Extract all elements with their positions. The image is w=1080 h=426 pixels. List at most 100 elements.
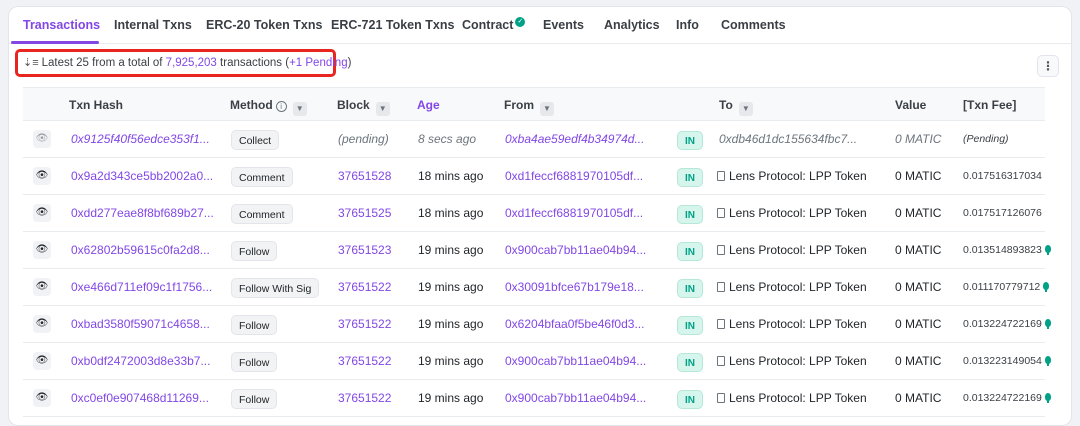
txn-hash-link[interactable]: 0xc0ef0e907468d11269... [71,380,209,416]
block-filter-icon[interactable]: ▼ [375,102,390,116]
txn-hash-link[interactable]: 0xb0df2472003d8e33b7... [71,343,210,379]
eye-icon[interactable]: 👁 [33,241,51,259]
txn-fee-text: 0.013223149054 [963,343,1051,379]
direction-in-badge: IN [677,242,703,261]
age-text: 19 mins ago [418,354,484,368]
value-text: 0 MATIC [895,391,942,405]
more-options-button[interactable]: ⋮ [1037,55,1059,77]
tab-events[interactable]: Events [543,7,584,44]
table-row: 👁 0xbad3580f59071c4658... Follow 37651522 19… [23,306,1051,343]
from-address-link[interactable]: 0x900cab7bb11ae04b94... [505,343,646,379]
to-contract-link[interactable]: Lens Protocol: LPP Token [717,232,867,268]
to-contract-label: Lens Protocol: LPP Token [729,317,867,331]
value-text: 0 MATIC [895,169,942,183]
eye-icon[interactable]: 👁 [33,278,51,296]
block-link[interactable]: 37651525 [338,195,391,231]
to-filter-icon[interactable]: ▼ [738,102,753,116]
eye-icon[interactable]: 👁 [33,130,51,148]
txn-hash-link[interactable]: 0x62802b59615c0fa2d8... [71,232,210,268]
col-value: Value [895,98,927,112]
txn-hash-link[interactable]: 0xdd277eae8f8bf689b27... [71,195,214,231]
txn-fee-text: 0.017517126076 [963,195,1042,231]
info-icon[interactable]: i [275,101,287,112]
to-contract-link[interactable]: Lens Protocol: LPP Token [717,380,867,416]
tab-internal-txns[interactable]: Internal Txns [114,7,192,44]
summary-total-link[interactable]: 7,925,203 [166,57,217,69]
tab-erc20-token-txns[interactable]: ERC-20 Token Txns [206,7,322,44]
col-from-label: From [504,98,534,112]
value-text: 0 MATIC [895,317,942,331]
to-contract-label: Lens Protocol: LPP Token [729,354,867,368]
block-link[interactable]: 37651522 [338,343,391,379]
tab-transactions[interactable]: Transactions [23,7,100,44]
tab-comments[interactable]: Comments [721,7,786,44]
age-text: 19 mins ago [418,391,484,405]
from-address-link[interactable]: 0x30091bfce67b179e18... [505,269,644,305]
txn-fee-value: 0.013514893823 [963,244,1042,256]
table-row: 👁 0xdd277eae8f8bf689b27... Comment 37651525… [23,195,1045,232]
age-text: 18 mins ago [418,206,484,220]
txn-hash-link[interactable]: 0xe466d711ef09c1f1756... [71,269,212,305]
block-link[interactable]: 37651522 [338,306,391,342]
value-text: 0 MATIC [895,206,942,220]
sort-descending-icon: ⇣≡ [23,57,39,69]
tab-info[interactable]: Info [676,7,699,44]
txn-hash-link[interactable]: 0xbad3580f59071c4658... [71,306,210,342]
to-contract-label: Lens Protocol: LPP Token [729,169,867,183]
age-text: 19 mins ago [418,317,484,331]
table-row: 👁 0xb0df2472003d8e33b7... Follow 37651522 19… [23,343,1051,380]
col-to: To ▼ [719,88,753,122]
txn-fee-value: 0.017516317034 [963,170,1042,182]
method-filter-icon[interactable]: ▼ [292,102,307,116]
to-contract-link[interactable]: Lens Protocol: LPP Token [717,306,867,342]
col-txn-fee[interactable]: [Txn Fee] [963,88,1016,122]
txn-fee-text: 0.011170779712 [963,269,1050,305]
tab-erc721-token-txns[interactable]: ERC-721 Token Txns [331,7,454,44]
to-address-link[interactable]: 0xdb46d1dc155634fbc7... [719,121,857,157]
block-link[interactable]: 37651522 [338,380,391,416]
block-link[interactable]: 37651522 [338,269,391,305]
txn-fee-text: (Pending) [963,121,1009,157]
from-filter-icon[interactable]: ▼ [540,102,554,116]
eye-icon[interactable]: 👁 [33,352,51,370]
to-contract-link[interactable]: Lens Protocol: LPP Token [717,269,867,305]
col-method: Method i ▼ [230,88,307,122]
eye-icon[interactable]: 👁 [33,204,51,222]
from-address-link[interactable]: 0x900cab7bb11ae04b94... [505,380,646,416]
to-contract-link[interactable]: Lens Protocol: LPP Token [717,343,867,379]
method-badge: Follow [231,241,278,261]
pending-link[interactable]: +1 Pending [289,57,348,69]
txn-hash-link[interactable]: 0x9125f40f56edce353f1... [71,121,210,157]
col-method-label: Method [230,98,273,112]
from-address-link[interactable]: 0xd1feccf6881970105df... [505,195,643,231]
contract-file-icon [717,245,725,255]
col-block-label: Block [337,98,370,112]
to-contract-link[interactable]: Lens Protocol: LPP Token [717,158,867,194]
gas-icon [1044,393,1051,403]
transactions-summary: ⇣≡ Latest 25 from a total of 7,925,203 tr… [23,55,351,71]
tab-analytics[interactable]: Analytics [604,7,660,44]
eye-icon[interactable]: 👁 [33,315,51,333]
contract-file-icon [717,356,725,366]
col-age[interactable]: Age [417,88,440,122]
txn-hash-link[interactable]: 0x9a2d343ce5bb2002a0... [71,158,213,194]
txn-fee-value: 0.013224722169 [963,392,1042,404]
block-link[interactable]: 37651523 [338,232,391,268]
direction-in-badge: IN [677,168,703,187]
block-link[interactable]: 37651528 [338,158,391,194]
eye-icon[interactable]: 👁 [33,167,51,185]
from-address-link[interactable]: 0xd1feccf6881970105df... [505,158,643,194]
tab-contract[interactable]: Contract ✓ [462,7,526,44]
to-contract-link[interactable]: Lens Protocol: LPP Token [717,195,867,231]
method-badge: Comment [231,167,293,187]
txn-fee-text: 0.013224722169 [963,380,1051,416]
eye-icon[interactable]: 👁 [33,389,51,407]
table-row: 👁 0x62802b59615c0fa2d8... Follow 37651523 19… [23,232,1051,269]
from-address-link[interactable]: 0x900cab7bb11ae04b94... [505,232,646,268]
to-contract-label: Lens Protocol: LPP Token [729,206,867,220]
direction-in-badge: IN [677,390,703,409]
from-address-link[interactable]: 0x6204bfaa0f5be46f0d3... [505,306,644,342]
verified-check-icon: ✓ [515,17,526,27]
method-badge: Follow With Sig [231,278,320,298]
from-address-link[interactable]: 0xba4ae59edf4b34974d... [505,121,644,157]
